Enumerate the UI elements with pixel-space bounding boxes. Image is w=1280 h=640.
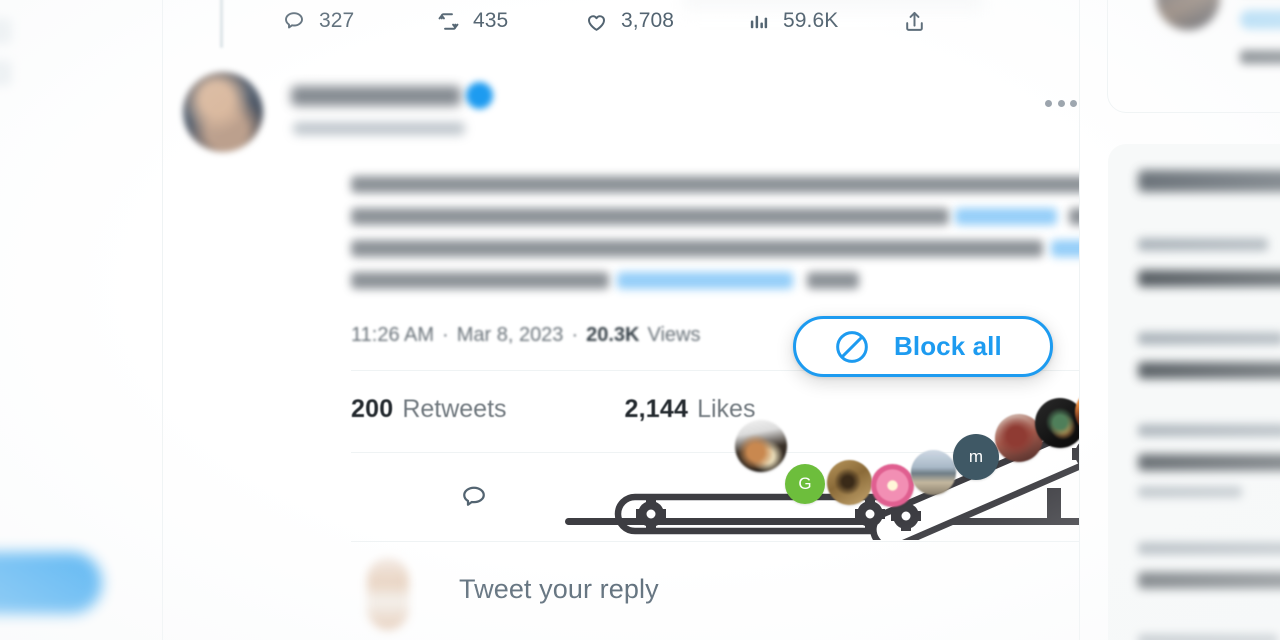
block-all-label: Block all [894,331,1002,361]
share-icon [901,8,927,34]
thread-connector-line [220,0,223,48]
likes-count-label: Likes [697,394,756,423]
author-display-name [291,86,461,106]
stat-replies-value: 327 [319,9,355,32]
tweet-views-count: 20.3K [586,323,640,346]
trend-name-2[interactable] [1138,362,1280,379]
tweet-text-line-1 [351,176,1205,193]
nav-icon-placeholder-2[interactable] [0,60,12,86]
stat-views-value: 59.6K [783,9,839,32]
tweet-time: 11:26 AM [351,323,435,346]
nav-icon-placeholder[interactable] [0,18,12,44]
avatar[interactable] [183,72,263,152]
trend-category-5 [1138,634,1278,640]
stat-share[interactable] [901,8,927,34]
meta-separator-1: · [442,323,449,346]
trend-category-2 [1138,332,1280,345]
trends-card [1108,144,1280,640]
tweet-views-label: Views [647,323,701,346]
tweet-hashtag-link[interactable] [617,272,793,289]
meta-separator-2: · [571,323,579,346]
avatar-photo-3 [995,414,1043,462]
likes-count[interactable]: 2,144 Likes [625,395,756,424]
tweet-mention-link-1[interactable] [955,208,1057,225]
left-navigation-rail [0,0,163,640]
retweets-count-value: 200 [351,394,394,423]
retweets-count-label: Retweets [402,394,507,423]
retweets-count[interactable]: 200 Retweets [351,395,507,424]
who-to-follow-card [1108,0,1280,112]
reply-input[interactable]: Tweet your reply [459,574,659,605]
stat-retweets-value: 435 [473,9,509,32]
retweet-icon [435,8,461,34]
tweet-text-line-4 [351,272,609,289]
compose-tweet-button[interactable] [0,552,102,614]
trend-category-4 [1138,542,1280,555]
comment-icon [463,486,485,506]
avatar[interactable] [367,558,409,630]
verified-badge-icon [466,82,493,109]
stat-replies[interactable]: 327 [281,8,354,34]
tweet-engagement-bar: 327 435 3,708 59.6K [163,0,1080,57]
reply-action-button[interactable] [454,477,494,517]
tweet-author-row[interactable] [183,68,1077,152]
comment-icon [281,8,307,34]
trend-name-1[interactable] [1138,270,1280,287]
tweet-date: Mar 8, 2023 [456,323,564,346]
who-card-name-2 [1240,50,1280,64]
stat-likes-value: 3,708 [621,9,675,32]
twitter-tweet-detail-page: 327 435 3,708 59.6K 11:26 AM · Mar 8, 20… [0,0,1280,640]
more-options-button[interactable] [1041,88,1081,118]
trend-count-3 [1138,486,1242,498]
tweet-text-line-2 [351,208,949,225]
avatar[interactable] [1156,0,1220,30]
author-handle [293,122,465,135]
avatar-photo-4 [1035,398,1085,448]
stat-likes[interactable]: 3,708 [583,8,674,34]
trend-name-4[interactable] [1138,572,1280,589]
dot-1 [1045,99,1052,107]
likes-count-value: 2,144 [624,394,689,423]
ban-circle-slash-icon [832,327,872,367]
tweet-text-line-4b [807,272,859,289]
stat-views[interactable]: 59.6K [745,8,838,34]
heart-icon [583,8,609,34]
dot-2 [1057,99,1065,107]
trend-category-1 [1138,238,1268,251]
block-all-button[interactable]: Block all [793,316,1053,377]
trends-title [1138,170,1280,192]
tweet-timestamp-row: 11:26 AM · Mar 8, 2023 · 20.3K Views [351,322,700,348]
dot-3 [1070,99,1077,107]
tweet-text-line-3 [351,240,1043,257]
tweet-detail-column: 327 435 3,708 59.6K 11:26 AM · Mar 8, 20… [163,0,1226,640]
stat-retweets[interactable]: 435 [435,8,508,34]
follow-button[interactable] [1240,10,1280,29]
tweet-counts-row: 200 Retweets 2,144 Likes [351,389,755,429]
trend-name-3[interactable] [1138,454,1280,471]
right-sidebar [1080,0,1280,640]
trend-category-3 [1138,424,1280,437]
analytics-icon [745,8,771,34]
